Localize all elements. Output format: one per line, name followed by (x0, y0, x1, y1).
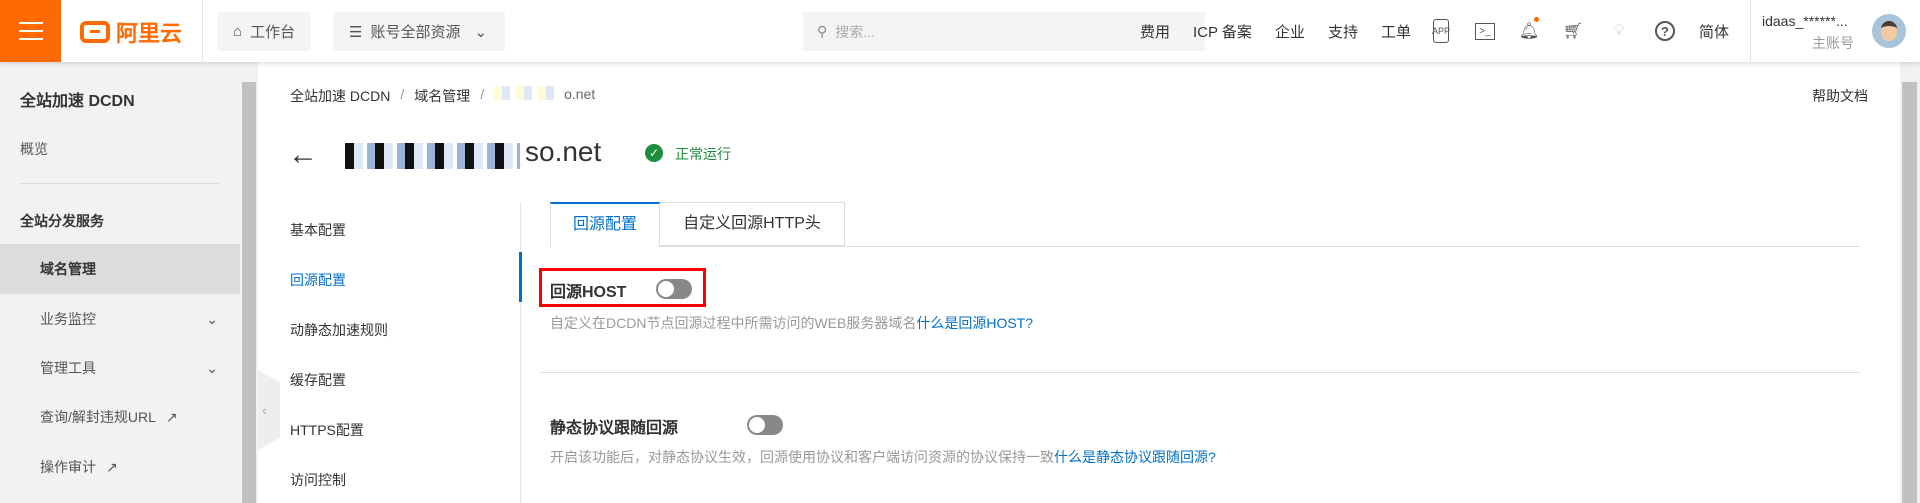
search-input[interactable] (835, 23, 1176, 40)
username[interactable]: idaas_******... (1762, 13, 1848, 29)
static-protocol-toggle[interactable] (746, 415, 783, 435)
divider (540, 372, 1860, 373)
sidebar-item-audit[interactable]: 操作审计 ↗ (0, 442, 240, 492)
resources-label: 账号全部资源 (370, 24, 461, 41)
status-text: 正常运行 (675, 146, 731, 162)
external-link-icon: ↗ (165, 409, 178, 425)
account-type: 主账号 (1812, 35, 1854, 51)
chevron-down-icon: ⌄ (206, 360, 218, 376)
help-doc-link[interactable]: 帮助文档 (1812, 86, 1868, 106)
help-icon[interactable]: ? (1654, 21, 1675, 41)
main-scrollbar[interactable] (1900, 62, 1920, 503)
chevron-down-icon: ⌄ (206, 311, 218, 327)
search-icon: ⚲ (817, 23, 828, 39)
aliyun-logo[interactable]: 阿里云 (80, 16, 182, 48)
nav-fees[interactable]: 费用 (1140, 21, 1170, 42)
redacted-text (494, 86, 555, 100)
nav-icp[interactable]: ICP 备案 (1193, 21, 1252, 42)
home-icon: ⌂ (233, 23, 243, 40)
what-is-static-protocol-link[interactable]: 什么是静态协议跟随回源? (1054, 449, 1216, 465)
subnav-basic[interactable]: 基本配置 (290, 220, 346, 240)
sidebar-item-monitor[interactable]: 业务监控 ⌄ (0, 294, 240, 344)
domain-name: so.net (525, 136, 602, 167)
sidebar-scrollbar[interactable] (240, 62, 258, 503)
subnav-rules[interactable]: 动静态加速规则 (290, 320, 388, 340)
sidebar-title: 全站加速 DCDN (20, 93, 135, 110)
sidebar-item-url[interactable]: 查询/解封违规URL ↗ (0, 392, 240, 442)
check-circle-icon: ✓ (645, 144, 663, 162)
label: 查询/解封违规URL (40, 409, 156, 425)
label: 管理工具 (40, 360, 96, 376)
cart-icon[interactable]: 🛒︎ (1563, 21, 1583, 41)
terminal-icon[interactable]: >_ (1474, 22, 1495, 40)
app-icon[interactable]: APP (1432, 19, 1450, 43)
tab-custom-http-header[interactable]: 自定义回源HTTP头 (660, 202, 845, 246)
chevron-down-icon: ⌄ (474, 23, 488, 41)
menu-button[interactable] (0, 0, 61, 62)
redacted-domain (345, 143, 520, 169)
divider (20, 183, 219, 184)
active-indicator (519, 252, 522, 302)
subnav-cache[interactable]: 缓存配置 (290, 370, 346, 390)
top-header: 阿里云 ⌂ 工作台 ☰ 账号全部资源 ⌄ ⚲ 费用 ICP 备案 企业 支持 工单 A… (0, 0, 1920, 62)
label: 操作审计 (40, 459, 96, 475)
subnav-access[interactable]: 访问控制 (290, 470, 346, 490)
subnav-https[interactable]: HTTPS配置 (290, 420, 364, 440)
nav-enterprise[interactable]: 企业 (1275, 21, 1305, 42)
breadcrumb-current: o.net (564, 86, 596, 102)
breadcrumb-dcdn[interactable]: 全站加速 DCDN (290, 86, 390, 106)
origin-host-toggle[interactable] (656, 279, 692, 299)
nav-ticket[interactable]: 工单 (1381, 21, 1411, 42)
divider (202, 0, 203, 62)
bulb-icon[interactable]: 💡︎ (1609, 21, 1629, 41)
setting-title-origin-host: 回源HOST (550, 284, 627, 301)
top-nav: 费用 ICP 备案 企业 支持 工单 APP >_ 🔔︎ 🛒︎ 💡︎ ? 简体 (1140, 0, 1729, 62)
desc-text: 开启该功能后，对静态协议生效，回源使用协议和客户端访问资源的协议保持一致 (550, 449, 1054, 465)
sidebar-item-tools[interactable]: 管理工具 ⌄ (0, 343, 240, 393)
desc-text: 自定义在DCDN节点回源过程中所需访问的WEB服务器域名 (550, 315, 917, 331)
breadcrumb: 全站加速 DCDN / 域名管理 / o.net (290, 86, 596, 106)
tab-origin-config[interactable]: 回源配置 (550, 202, 660, 247)
tab-bar-line (550, 246, 1860, 247)
avatar[interactable] (1872, 14, 1906, 48)
setting-desc: 开启该功能后，对静态协议生效，回源使用协议和客户端访问资源的协议保持一致什么是静… (550, 447, 1216, 467)
sidebar-section: 全站分发服务 (20, 213, 104, 229)
workbench-label: 工作台 (250, 24, 296, 41)
bell-icon[interactable]: 🔔︎ (1519, 17, 1539, 41)
external-link-icon: ↗ (106, 459, 118, 475)
sidebar-item-overview[interactable]: 概览 (0, 124, 240, 174)
workbench-button[interactable]: ⌂ 工作台 (217, 12, 312, 51)
divider (520, 202, 521, 503)
language-switch[interactable]: 简体 (1699, 21, 1729, 42)
resources-dropdown[interactable]: ☰ 账号全部资源 ⌄ (333, 12, 505, 51)
label: 域名管理 (40, 261, 96, 277)
divider (1750, 0, 1751, 62)
sidebar: 全站加速 DCDN 概览 全站分发服务 域名管理 业务监控 ⌄ 管理工具 ⌄ 查询/… (0, 62, 240, 503)
back-arrow-icon[interactable]: ← (288, 138, 318, 172)
collapse-sidebar-button[interactable]: ‹ (258, 370, 280, 450)
what-is-origin-host-link[interactable]: 什么是回源HOST? (916, 315, 1033, 331)
label: 业务监控 (40, 311, 96, 327)
setting-title-static-protocol: 静态协议跟随回源 (550, 420, 679, 437)
setting-desc: 自定义在DCDN节点回源过程中所需访问的WEB服务器域名什么是回源HOST? (550, 313, 1033, 333)
sidebar-item-domain[interactable]: 域名管理 (0, 244, 240, 294)
breadcrumb-domains[interactable]: 域名管理 (414, 86, 470, 106)
logo-text: 阿里云 (116, 21, 183, 46)
nav-support[interactable]: 支持 (1328, 21, 1358, 42)
list-icon: ☰ (349, 23, 363, 41)
subnav-origin[interactable]: 回源配置 (290, 270, 346, 290)
main-content (258, 62, 1900, 503)
